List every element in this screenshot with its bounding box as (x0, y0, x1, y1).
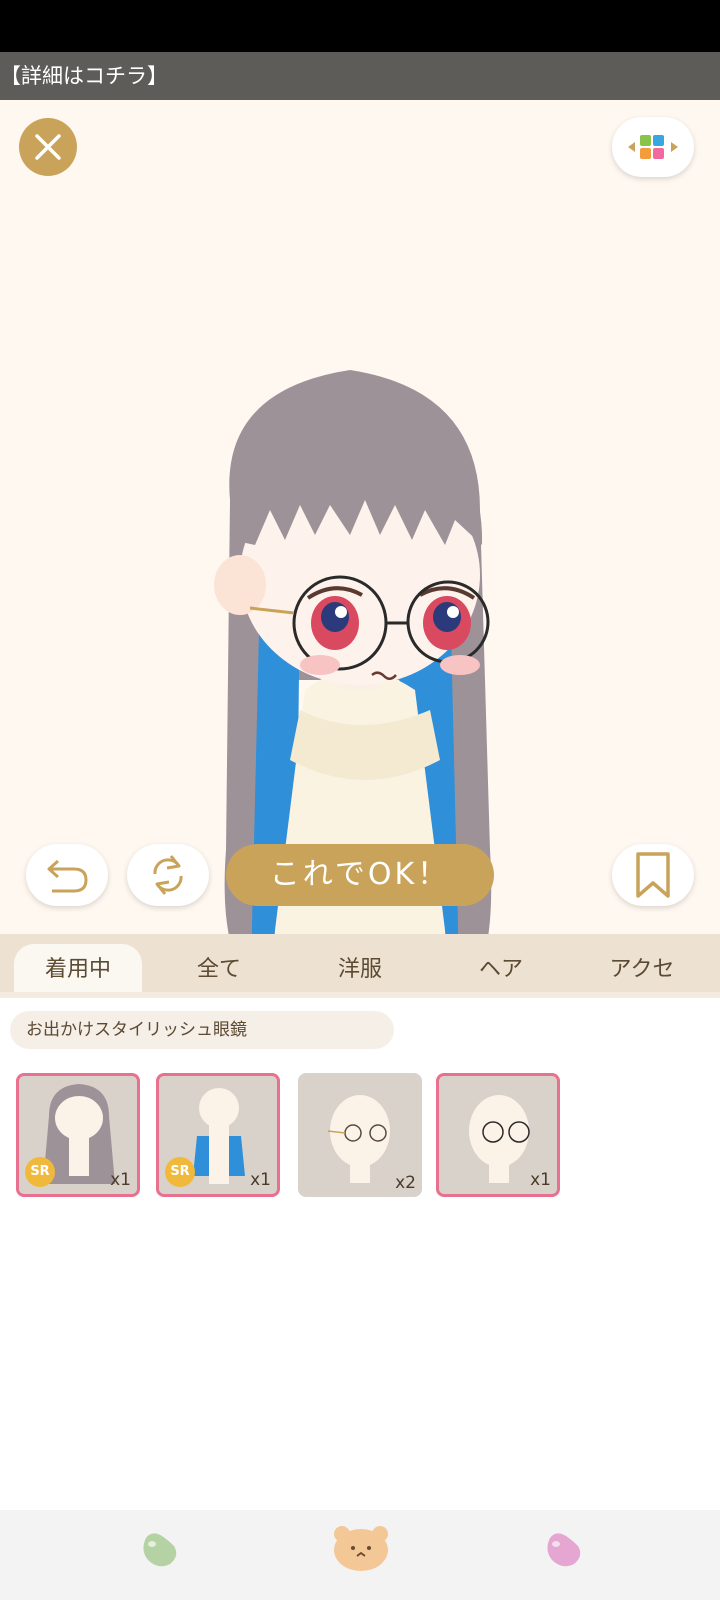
refresh-icon (153, 855, 183, 895)
tab-hair[interactable]: ヘア (437, 944, 565, 996)
bear-face-icon (334, 1526, 388, 1571)
item-count: x2 (395, 1173, 416, 1193)
bear-home-nav-button[interactable] (332, 1522, 390, 1576)
sr-rarity-badge: SR (25, 1157, 55, 1187)
item-card-glasses-gold[interactable]: x2 (298, 1073, 422, 1197)
avatar-stage: これでOK！ (0, 100, 720, 934)
item-count: x1 (110, 1170, 131, 1190)
pink-bean-icon (547, 1533, 581, 1567)
tab-all[interactable]: 全て (155, 944, 283, 996)
selected-item-name: お出かけスタイリッシュ眼鏡 (10, 1011, 394, 1049)
category-tabs: 着用中 全て 洋服 ヘア アクセ (0, 934, 720, 996)
shuffle-button[interactable] (127, 844, 209, 906)
close-icon (35, 134, 61, 160)
item-card-hair-blue[interactable]: SR x1 (156, 1073, 280, 1197)
bookmark-icon (636, 852, 670, 898)
green-bean-icon (143, 1533, 177, 1567)
pink-bean-nav-button[interactable] (542, 1528, 584, 1574)
details-banner[interactable]: 【詳細はコチラ】 (0, 52, 720, 100)
bookmark-button[interactable] (612, 844, 694, 906)
tabs-divider (0, 992, 720, 998)
close-button[interactable] (19, 118, 77, 176)
item-card-glasses-black[interactable]: x1 (436, 1073, 560, 1197)
tab-wearing[interactable]: 着用中 (14, 944, 142, 996)
green-bean-nav-button[interactable] (138, 1528, 180, 1574)
undo-icon (47, 859, 88, 893)
tab-accessories[interactable]: アクセ (578, 944, 706, 996)
bottom-navigation (0, 1510, 720, 1600)
item-card-hair-long[interactable]: SR x1 (16, 1073, 140, 1197)
status-bar (0, 0, 720, 52)
grid-switch-icon (628, 135, 678, 159)
layout-switch-button[interactable] (612, 117, 694, 177)
tab-clothes[interactable]: 洋服 (296, 944, 424, 996)
confirm-ok-button[interactable]: これでOK！ (226, 844, 494, 906)
item-count: x1 (530, 1170, 551, 1190)
sr-rarity-badge: SR (165, 1157, 195, 1187)
undo-button[interactable] (26, 844, 108, 906)
item-count: x1 (250, 1170, 271, 1190)
